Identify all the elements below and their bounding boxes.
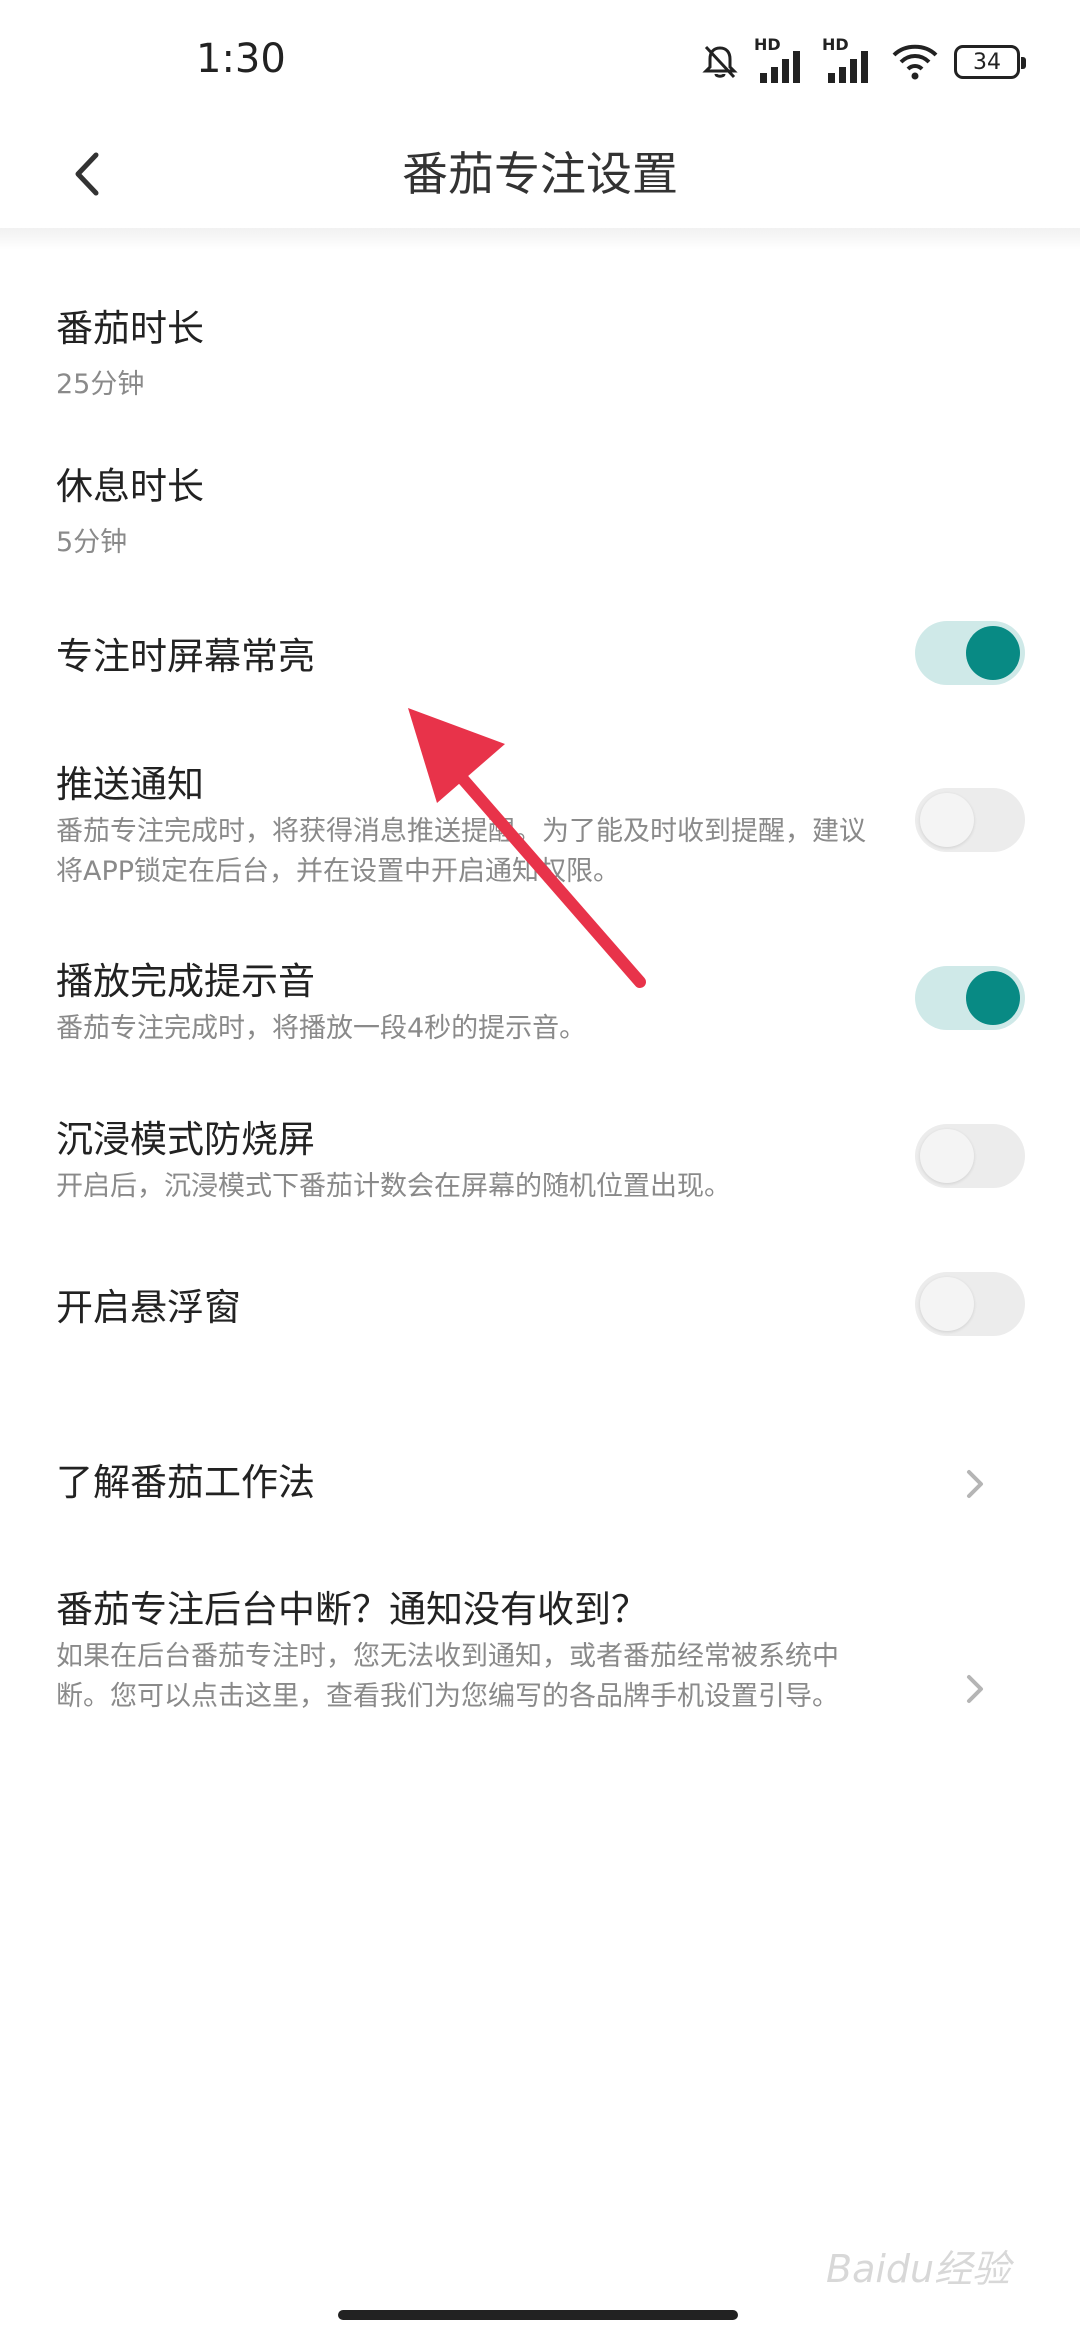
status-bar: 1:30 HD HD 34 — [0, 0, 1080, 120]
floating-window-label: 开启悬浮窗 — [56, 1286, 241, 1329]
learn-pomodoro-label: 了解番茄工作法 — [56, 1461, 315, 1504]
toggle-knob — [920, 1129, 974, 1183]
break-duration-value: 5分钟 — [56, 527, 128, 558]
battery-icon: 34 — [954, 45, 1026, 79]
setting-background-interrupt[interactable]: 番茄专注后台中断？通知没有收到？ 如果在后台番茄专注时，您无法收到通知，或者番茄… — [0, 1575, 1080, 1775]
pomodoro-duration-label: 番茄时长 — [56, 307, 204, 350]
silent-bell-icon — [702, 45, 738, 79]
completion-sound-toggle[interactable] — [915, 966, 1025, 1030]
chevron-right-icon — [967, 1675, 983, 1703]
keep-screen-on-toggle[interactable] — [915, 621, 1025, 685]
home-indicator — [338, 2310, 738, 2320]
background-interrupt-label: 番茄专注后台中断？通知没有收到？ — [56, 1588, 648, 1631]
completion-sound-description: 番茄专注完成时，将播放一段4秒的提示音。 — [56, 1013, 587, 1044]
chevron-right-icon — [967, 1470, 983, 1498]
push-notification-toggle[interactable] — [915, 788, 1025, 852]
burn-in-protection-description: 开启后，沉浸模式下番茄计数会在屏幕的随机位置出现。 — [56, 1171, 731, 1202]
break-duration-label: 休息时长 — [56, 465, 204, 508]
battery-level: 34 — [973, 49, 1001, 75]
wifi-icon — [892, 44, 938, 80]
baidu-watermark: Baidu经验 — [826, 2247, 1011, 2291]
status-icons: HD HD 34 — [700, 34, 1026, 90]
burn-in-protection-label: 沉浸模式防烧屏 — [56, 1118, 315, 1161]
pomodoro-duration-value: 25分钟 — [56, 369, 145, 400]
status-time: 1:30 — [196, 36, 286, 82]
setting-pomodoro-duration[interactable]: 番茄时长 25分钟 — [0, 280, 1080, 420]
push-notification-label: 推送通知 — [56, 763, 204, 806]
app-header: 番茄专注设置 — [0, 120, 1080, 228]
setting-learn-pomodoro[interactable]: 了解番茄工作法 — [0, 1440, 1080, 1540]
push-notification-description: 番茄专注完成时，将获得消息推送提醒。为了能及时收到提醒，建议将APP锁定在后台，… — [56, 816, 866, 887]
keep-screen-on-label: 专注时屏幕常亮 — [56, 635, 315, 678]
toggle-knob — [920, 793, 974, 847]
toggle-knob — [966, 626, 1020, 680]
burn-in-protection-toggle[interactable] — [915, 1124, 1025, 1188]
toggle-knob — [966, 971, 1020, 1025]
header-divider — [0, 228, 1080, 250]
signal-2-icon: HD — [822, 35, 876, 85]
setting-break-duration[interactable]: 休息时长 5分钟 — [0, 440, 1080, 580]
signal-1-icon: HD — [754, 35, 808, 85]
completion-sound-label: 播放完成提示音 — [56, 960, 315, 1003]
page-title: 番茄专注设置 — [402, 147, 678, 201]
floating-window-toggle[interactable] — [915, 1272, 1025, 1336]
background-interrupt-description: 如果在后台番茄专注时，您无法收到通知，或者番茄经常被系统中断。您可以点击这里，查… — [56, 1641, 839, 1712]
toggle-knob — [920, 1277, 974, 1331]
